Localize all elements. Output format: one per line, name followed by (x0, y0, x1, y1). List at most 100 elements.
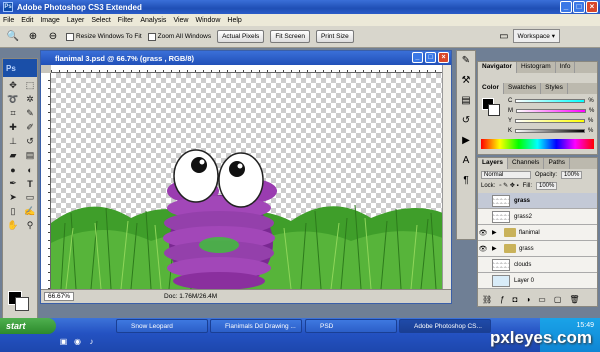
layer-row[interactable]: 👁 ▶ flanimal (478, 225, 597, 241)
menu-image[interactable]: Image (40, 17, 59, 24)
zoom-all-checkbox[interactable]: Zoom All Windows (147, 32, 211, 41)
black-slider[interactable] (515, 129, 586, 133)
color-bg-swatch[interactable] (488, 104, 500, 116)
tab-channels[interactable]: Channels (508, 158, 545, 169)
zoom-level[interactable]: 66.67% (44, 292, 75, 301)
delete-layer-icon[interactable]: 🗑 (569, 295, 579, 304)
zoom-in-icon[interactable]: ⊕ (26, 30, 40, 44)
menu-file[interactable]: File (3, 17, 14, 24)
image-canvas[interactable] (51, 73, 443, 289)
media-icon[interactable]: ♪ (86, 336, 97, 347)
tab-styles[interactable]: Styles (541, 83, 568, 94)
layer-mask-icon[interactable]: ◘ (513, 295, 518, 304)
opacity-field[interactable]: 100% (561, 170, 583, 179)
menu-select[interactable]: Select (91, 17, 110, 24)
notes-tool-icon[interactable]: ▯ (5, 205, 21, 218)
vertical-scrollbar[interactable] (442, 65, 451, 291)
menu-window[interactable]: Window (195, 17, 220, 24)
layer-row[interactable]: grass (478, 193, 597, 209)
taskbar-item[interactable]: PSD (305, 319, 397, 333)
color-spectrum-bar[interactable] (481, 139, 594, 149)
tab-paths[interactable]: Paths (544, 158, 571, 169)
doc-maximize-button[interactable]: □ (425, 52, 436, 63)
move-tool-icon[interactable]: ✥ (5, 79, 21, 92)
path-select-icon[interactable]: ➤ (5, 191, 21, 204)
doc-size-info[interactable]: Doc: 1.76M/26.4M (164, 293, 217, 300)
healing-tool-icon[interactable]: ✚ (5, 121, 21, 134)
gradient-tool-icon[interactable]: ▤ (22, 149, 38, 162)
magenta-value[interactable]: % (589, 108, 594, 114)
menu-help[interactable]: Help (227, 17, 241, 24)
yellow-slider[interactable] (515, 119, 586, 123)
minimize-button[interactable]: _ (560, 1, 572, 13)
cyan-value[interactable]: % (588, 98, 593, 104)
menu-view[interactable]: View (173, 17, 188, 24)
zoom-tool-icon[interactable]: 🔍 (6, 30, 20, 44)
menu-edit[interactable]: Edit (21, 17, 33, 24)
workspace-button[interactable]: Workspace ▾ (512, 29, 560, 43)
eyedropper-icon[interactable]: ✍ (22, 205, 38, 218)
magic-wand-icon[interactable]: ✲ (22, 93, 38, 106)
taskbar-item[interactable]: Snow Leopard (116, 319, 208, 333)
eraser-tool-icon[interactable]: ▰ (5, 149, 21, 162)
dodge-tool-icon[interactable]: ◐ (22, 163, 38, 176)
lasso-tool-icon[interactable]: ➰ (5, 93, 21, 106)
fit-screen-button[interactable]: Fit Screen (270, 30, 310, 43)
shape-tool-icon[interactable]: ▭ (22, 191, 38, 204)
blur-tool-icon[interactable]: ● (5, 163, 21, 176)
tab-swatches[interactable]: Swatches (504, 83, 542, 94)
zoom-out-icon[interactable]: ⊖ (46, 30, 60, 44)
resize-windows-checkbox[interactable]: Resize Windows To Fit (66, 32, 142, 41)
brushes-panel-icon[interactable]: ✎ (458, 55, 474, 71)
paragraph-panel-icon[interactable]: ¶ (458, 175, 474, 191)
print-size-button[interactable]: Print Size (315, 30, 354, 43)
expand-arrow-icon[interactable]: ▶ (492, 229, 498, 236)
maximize-button[interactable]: □ (573, 1, 585, 13)
actual-pixels-button[interactable]: Actual Pixels (217, 30, 265, 43)
tab-histogram[interactable]: Histogram (517, 62, 556, 73)
cyan-slider[interactable] (515, 99, 586, 103)
new-group-icon[interactable]: ▭ (538, 295, 546, 304)
slice-tool-icon[interactable]: ✎ (22, 107, 38, 120)
tab-layers[interactable]: Layers (478, 158, 508, 169)
close-button[interactable]: × (586, 1, 598, 13)
layer-comps-icon[interactable]: ▤ (458, 95, 474, 111)
black-value[interactable]: % (588, 128, 593, 134)
eye-icon[interactable]: 👁 (478, 245, 488, 253)
tab-info[interactable]: Info (556, 62, 576, 73)
new-layer-icon[interactable]: ▢ (554, 295, 562, 304)
layer-row[interactable]: grass2 (478, 209, 597, 225)
link-layers-icon[interactable]: ⛓ (482, 295, 492, 304)
menu-analysis[interactable]: Analysis (140, 17, 166, 24)
layer-row[interactable]: Layer 0 (478, 273, 597, 289)
doc-minimize-button[interactable]: _ (412, 52, 423, 63)
crop-tool-icon[interactable]: ⌗ (5, 107, 21, 120)
hand-tool-icon[interactable]: ✋ (5, 219, 21, 232)
menu-filter[interactable]: Filter (118, 17, 134, 24)
start-button[interactable]: start (0, 318, 56, 334)
adjustment-layer-icon[interactable]: ◑ (525, 295, 530, 304)
layer-row[interactable]: 👁 ▶ grass (478, 241, 597, 257)
blend-mode-select[interactable]: Normal (481, 170, 531, 179)
character-panel-icon[interactable]: A (458, 155, 474, 171)
menu-layer[interactable]: Layer (67, 17, 85, 24)
expand-arrow-icon[interactable]: ▶ (492, 245, 498, 252)
desktop-icon[interactable]: ▣ (58, 336, 69, 347)
doc-close-button[interactable]: × (438, 52, 449, 63)
history-panel-icon[interactable]: ↺ (458, 115, 474, 131)
taskbar-item-active[interactable]: Adobe Photoshop CS... (399, 319, 491, 333)
history-brush-icon[interactable]: ↺ (22, 135, 38, 148)
zoom-tool-small-icon[interactable]: ⚲ (22, 219, 38, 232)
stamp-tool-icon[interactable]: ⊥ (5, 135, 21, 148)
tool-presets-icon[interactable]: ⚒ (458, 75, 474, 91)
eye-icon[interactable]: 👁 (478, 229, 488, 237)
taskbar-item[interactable]: Flanimals Dd Drawing ... (210, 319, 302, 333)
actions-panel-icon[interactable]: ▶ (458, 135, 474, 151)
browser-icon[interactable]: ◉ (72, 336, 83, 347)
yellow-value[interactable]: % (588, 118, 593, 124)
brush-tool-icon[interactable]: ✐ (22, 121, 38, 134)
lock-icons[interactable]: ▫ ✎ ✥ ▪ (499, 182, 518, 189)
type-tool-icon[interactable]: T (22, 177, 38, 190)
fill-field[interactable]: 100% (536, 181, 558, 190)
layer-style-icon[interactable]: ƒ (500, 295, 504, 304)
